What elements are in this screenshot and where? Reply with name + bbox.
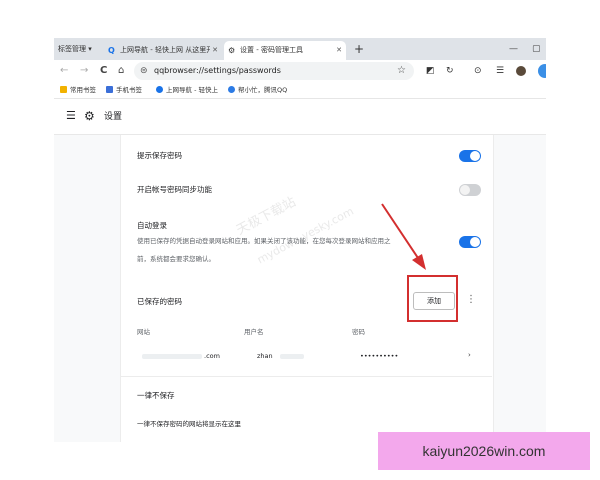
auto-signin-toggle[interactable]	[459, 236, 481, 248]
search-icon: ⊜	[140, 66, 148, 76]
tab-title: 上网导航 - 轻快上网 从这里开始	[120, 46, 210, 54]
tab-title: 设置 - 密码管理工具	[240, 46, 303, 54]
forward-icon[interactable]: →	[80, 64, 88, 78]
chevron-down-icon: ▾	[88, 45, 92, 53]
qq-browser-icon	[156, 86, 163, 93]
auto-signin-description: 前，系统都会要求您确认。	[137, 255, 215, 263]
tab-settings[interactable]: ⚙ 设置 - 密码管理工具 ✕	[224, 41, 346, 60]
highlight-box	[407, 275, 458, 322]
settings-header: ☰ ⚙ 设置	[54, 100, 546, 135]
address-bar[interactable]: ⊜ qqbrowser://settings/passwords ☆	[134, 62, 414, 80]
bookmark-mobile[interactable]: 手机书签	[106, 84, 142, 96]
bookmark-icon	[106, 86, 113, 93]
bookmark-qq[interactable]: 帮小忙，腾讯QQ	[228, 84, 287, 96]
column-header-password: 密码	[352, 328, 365, 336]
close-icon[interactable]: ✕	[212, 41, 218, 60]
browser-window: 标签管理 ▾ Q 上网导航 - 轻快上网 从这里开始 ✕ ⚙ 设置 - 密码管理…	[54, 38, 546, 442]
hamburger-icon[interactable]: ☰	[66, 110, 76, 122]
never-saved-description: 一律不保存密码的网站将显示在这里	[137, 420, 241, 428]
address-text[interactable]: qqbrowser://settings/passwords	[154, 64, 281, 78]
entry-site: .com	[204, 352, 220, 360]
menu-icon[interactable]: ☰	[496, 64, 504, 78]
close-icon[interactable]: ✕	[336, 41, 342, 60]
entry-username: zhan	[257, 352, 273, 360]
bookmark-star-icon[interactable]: ☆	[397, 64, 406, 78]
avatar[interactable]	[516, 66, 526, 76]
folder-icon	[60, 86, 67, 93]
minimize-icon[interactable]: —	[509, 41, 518, 57]
more-options-icon[interactable]: ⋮	[466, 292, 476, 308]
offer-save-toggle[interactable]	[459, 150, 481, 162]
auto-signin-description: 使用已保存的凭据自动登录网站和应用。如果关闭了该功能，在您每次登录网站和应用之	[137, 237, 391, 245]
tab-strip: 标签管理 ▾ Q 上网导航 - 轻快上网 从这里开始 ✕ ⚙ 设置 - 密码管理…	[54, 38, 546, 60]
account-sync-label: 开启帐号密码同步功能	[137, 185, 212, 194]
never-saved-heading: 一律不保存	[137, 391, 175, 400]
settings-gear-icon: ⚙	[84, 109, 95, 123]
sync-icon[interactable]: ↻	[446, 64, 454, 78]
toolbar: ← → C ⌂ ⊜ qqbrowser://settings/passwords…	[54, 60, 546, 82]
gear-icon: ⚙	[228, 46, 236, 55]
tab-navigation[interactable]: Q 上网导航 - 轻快上网 从这里开始 ✕	[104, 41, 222, 60]
redacted-site	[142, 354, 202, 359]
reload-icon[interactable]: C	[100, 64, 107, 78]
tab-group-button[interactable]: 标签管理 ▾	[58, 42, 92, 56]
offer-save-label: 提示保存密码	[137, 151, 182, 160]
qq-icon	[228, 86, 235, 93]
column-header-username: 用户名	[244, 328, 264, 336]
divider	[120, 376, 492, 377]
tab-group-label: 标签管理	[58, 45, 86, 53]
banner-text: kaiyun2026win.com	[422, 443, 546, 459]
auto-signin-label: 自动登录	[137, 221, 167, 230]
history-icon[interactable]: ⊙	[474, 64, 482, 78]
bookmarks-bar: 常用书签 手机书签 上网导航 - 轻快上 帮小忙，腾讯QQ	[54, 82, 546, 99]
maximize-icon[interactable]: ▢	[532, 41, 541, 57]
account-sync-toggle[interactable]	[459, 184, 481, 196]
home-icon[interactable]: ⌂	[118, 64, 124, 78]
bookmark-common[interactable]: 常用书签	[60, 84, 96, 96]
back-icon[interactable]: ←	[60, 64, 68, 78]
column-header-site: 网站	[137, 328, 150, 336]
chevron-right-icon[interactable]: ›	[468, 349, 471, 361]
screenshot-icon[interactable]: ◩	[426, 64, 435, 78]
qq-browser-icon: Q	[108, 46, 115, 55]
extension-icon[interactable]	[538, 64, 546, 78]
annotation-arrow	[381, 203, 426, 270]
entry-password: ••••••••••	[360, 352, 399, 360]
promo-banner: kaiyun2026win.com	[378, 432, 590, 470]
new-tab-button[interactable]: +	[354, 41, 364, 57]
bookmark-navigation[interactable]: 上网导航 - 轻快上	[156, 84, 218, 96]
page-title: 设置	[104, 112, 123, 122]
redacted-username	[280, 354, 304, 359]
saved-passwords-heading: 已保存的密码	[137, 297, 182, 306]
